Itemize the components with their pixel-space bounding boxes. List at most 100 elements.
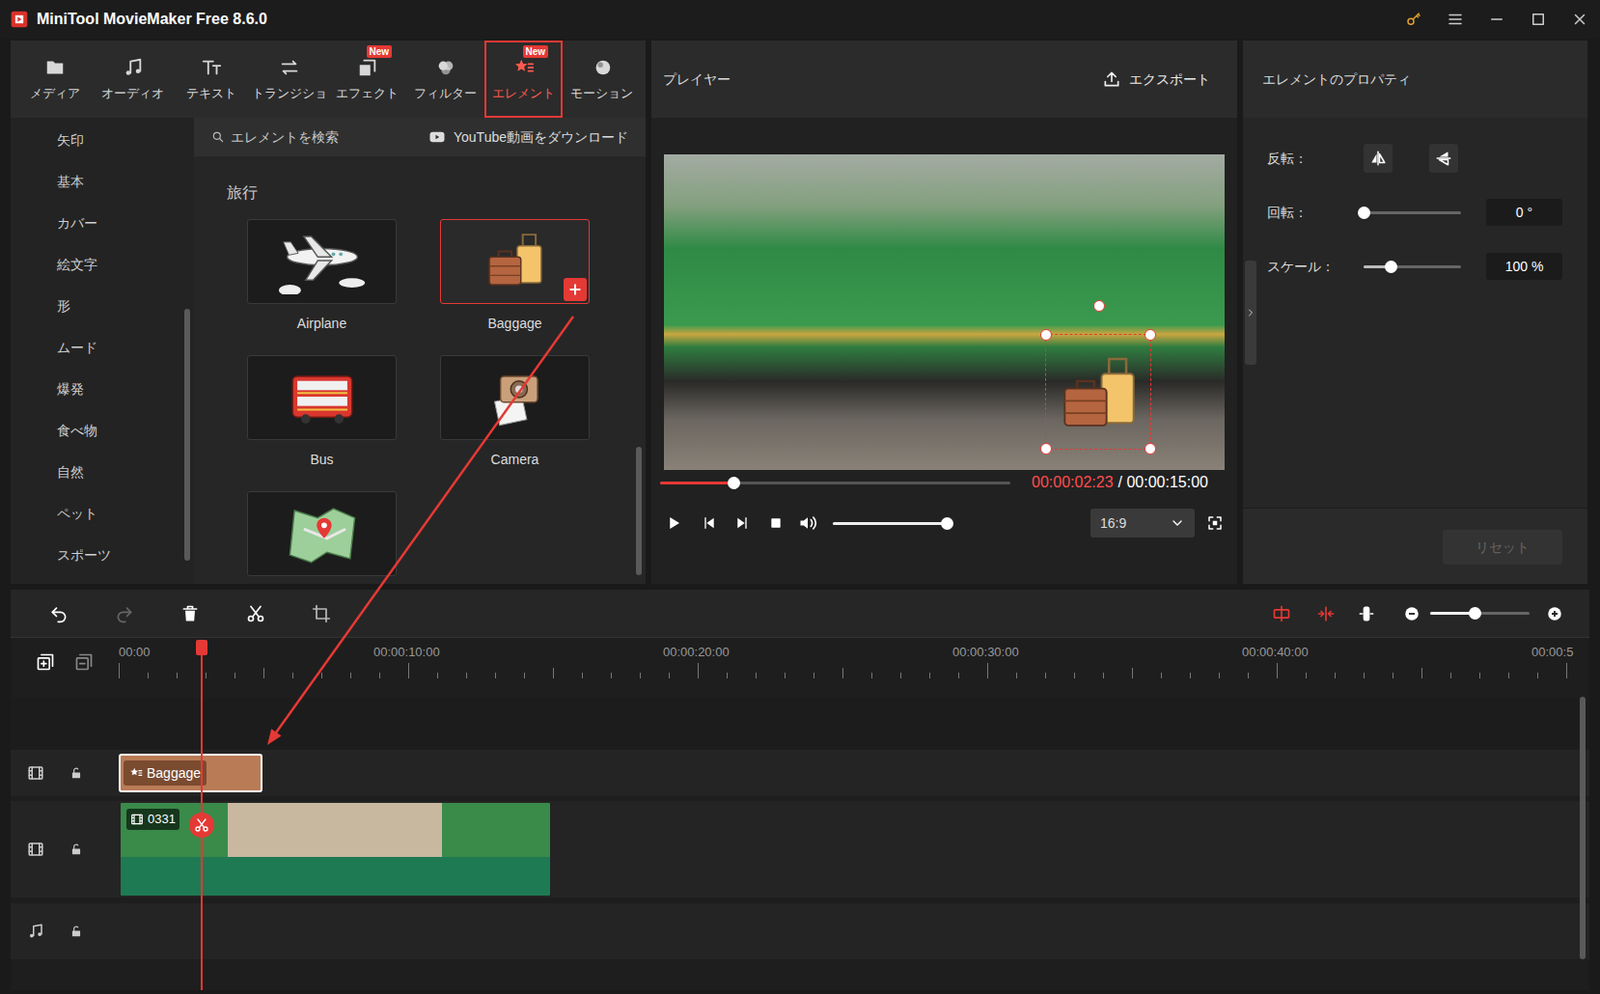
category-item[interactable]: スポーツ — [10, 534, 194, 577]
category-item[interactable]: ペット — [10, 493, 194, 535]
toolbar-tab[interactable]: メディア — [15, 40, 94, 118]
stop-icon[interactable] — [768, 515, 784, 531]
aspect-ratio-dropdown[interactable]: 16:9 — [1090, 508, 1195, 538]
toolbar-tab[interactable]: テキスト — [171, 40, 250, 118]
resize-handle[interactable] — [1144, 442, 1157, 455]
fullscreen-icon[interactable] — [1206, 514, 1224, 532]
category-scrollbar[interactable] — [184, 117, 191, 584]
progress-bar-knob[interactable] — [727, 476, 741, 490]
youtube-download-link[interactable]: YouTube動画をダウンロード — [428, 127, 629, 148]
flip-horizontal-button[interactable] — [1363, 143, 1393, 173]
next-icon[interactable] — [734, 515, 750, 531]
zoom-slider-knob[interactable] — [1468, 606, 1482, 620]
video-clip[interactable]: 0331 — [118, 800, 552, 898]
audio-mixer-icon[interactable] — [1356, 604, 1377, 624]
element-card[interactable]: Baggage — [440, 219, 590, 333]
property-slider-knob[interactable] — [1357, 206, 1371, 220]
category-item[interactable]: ムード — [10, 327, 194, 369]
zoom-in-icon[interactable] — [1545, 605, 1564, 623]
delete-icon[interactable] — [180, 604, 200, 624]
ruler-tick — [1566, 662, 1568, 679]
category-item[interactable]: 絵文字 — [10, 244, 194, 286]
split-scissors-icon[interactable] — [246, 604, 266, 624]
undo-icon[interactable] — [49, 604, 69, 624]
zoom-out-icon[interactable] — [1403, 605, 1421, 623]
split-here-button[interactable] — [189, 812, 215, 838]
snap-icon[interactable] — [1316, 604, 1336, 624]
timeline-scrollbar-thumb[interactable] — [1579, 696, 1586, 960]
previous-icon[interactable] — [701, 515, 718, 531]
reset-button[interactable]: リセット — [1442, 529, 1563, 565]
toolbar-tab[interactable]: Newエフェクト — [328, 40, 407, 118]
element-thumbnail[interactable] — [440, 355, 590, 441]
resize-handle[interactable] — [1144, 329, 1157, 341]
add-to-timeline-button[interactable] — [563, 277, 587, 302]
library-scrollbar[interactable] — [635, 156, 642, 584]
rotate-handle[interactable] — [1093, 300, 1105, 312]
element-thumbnail[interactable] — [247, 219, 397, 304]
toolbar-tab[interactable]: オーディオ — [93, 40, 172, 118]
chevron-right-icon — [1244, 306, 1257, 319]
minimize-button[interactable] — [1475, 0, 1518, 39]
time-ruler[interactable]: 00:0000:00:10:0000:00:20:0000:00:30:0000… — [118, 637, 1590, 687]
flip-vertical-button[interactable] — [1429, 143, 1459, 173]
property-slider[interactable] — [1363, 211, 1462, 215]
category-item[interactable]: 矢印 — [10, 119, 194, 162]
toolbar-tab[interactable]: トランジショ — [249, 40, 329, 118]
element-card[interactable]: Airplane — [247, 219, 397, 333]
property-value-field[interactable]: 0 ° — [1486, 198, 1563, 226]
menu-button[interactable] — [1434, 0, 1476, 39]
lock-icon[interactable] — [69, 842, 83, 856]
toolbar-tab[interactable]: モーション — [562, 40, 641, 118]
search-input[interactable] — [230, 127, 405, 148]
category-item[interactable]: 形 — [10, 285, 194, 328]
redo-icon[interactable] — [114, 604, 135, 624]
element-clip[interactable]: Baggage — [118, 753, 263, 793]
zoom-slider[interactable] — [1430, 611, 1530, 615]
fit-timeline-icon[interactable] — [1271, 604, 1292, 624]
total-time: / 00:00:15:00 — [1118, 470, 1209, 495]
element-overlay[interactable] — [1045, 333, 1152, 450]
timeline-scrollbar[interactable] — [1579, 637, 1586, 991]
lock-icon[interactable] — [69, 924, 83, 938]
camera-icon — [468, 364, 562, 431]
property-slider[interactable] — [1363, 265, 1462, 269]
element-thumbnail[interactable] — [440, 219, 590, 304]
add-track-icon[interactable] — [35, 652, 56, 672]
category-item[interactable]: 食べ物 — [10, 410, 194, 452]
property-value-field[interactable]: 100 % — [1486, 252, 1563, 280]
play-icon[interactable] — [664, 514, 683, 532]
collapse-panel-tab[interactable] — [1244, 260, 1257, 365]
lock-icon[interactable] — [69, 766, 83, 780]
library-scrollbar-thumb[interactable] — [635, 446, 642, 576]
resize-handle[interactable] — [1040, 442, 1052, 455]
element-thumbnail[interactable] — [247, 491, 397, 577]
category-item[interactable]: 自然 — [10, 451, 194, 494]
toolbar-tab[interactable]: Newエレメント — [484, 40, 563, 118]
toolbar-tab[interactable]: フィルター — [406, 40, 485, 118]
close-button[interactable] — [1558, 0, 1600, 39]
remove-track-icon[interactable] — [74, 652, 94, 672]
volume-slider-knob[interactable] — [940, 517, 954, 530]
export-button[interactable]: エクスポート — [1102, 69, 1211, 90]
category-item[interactable]: 基本 — [10, 161, 194, 203]
maximize-button[interactable] — [1517, 0, 1559, 39]
resize-handle[interactable] — [1040, 329, 1052, 341]
element-card[interactable]: Bus — [247, 355, 397, 469]
crop-icon[interactable] — [311, 604, 332, 624]
category-scrollbar-thumb[interactable] — [184, 308, 191, 561]
category-item[interactable]: 爆発 — [10, 368, 194, 411]
category-label: ムード — [56, 337, 98, 359]
progress-bar[interactable] — [660, 481, 1011, 485]
element-thumbnail[interactable] — [247, 355, 397, 441]
key-button[interactable] — [1392, 0, 1435, 39]
element-card[interactable]: Camera — [440, 355, 590, 469]
clip-name: Baggage — [146, 764, 201, 782]
volume-slider[interactable] — [832, 522, 953, 525]
volume-icon[interactable] — [798, 513, 818, 533]
category-item[interactable]: カバー — [10, 202, 194, 245]
search-field[interactable] — [211, 127, 405, 148]
playhead[interactable] — [195, 639, 208, 991]
property-slider-knob[interactable] — [1384, 260, 1398, 274]
element-card[interactable] — [247, 491, 397, 577]
